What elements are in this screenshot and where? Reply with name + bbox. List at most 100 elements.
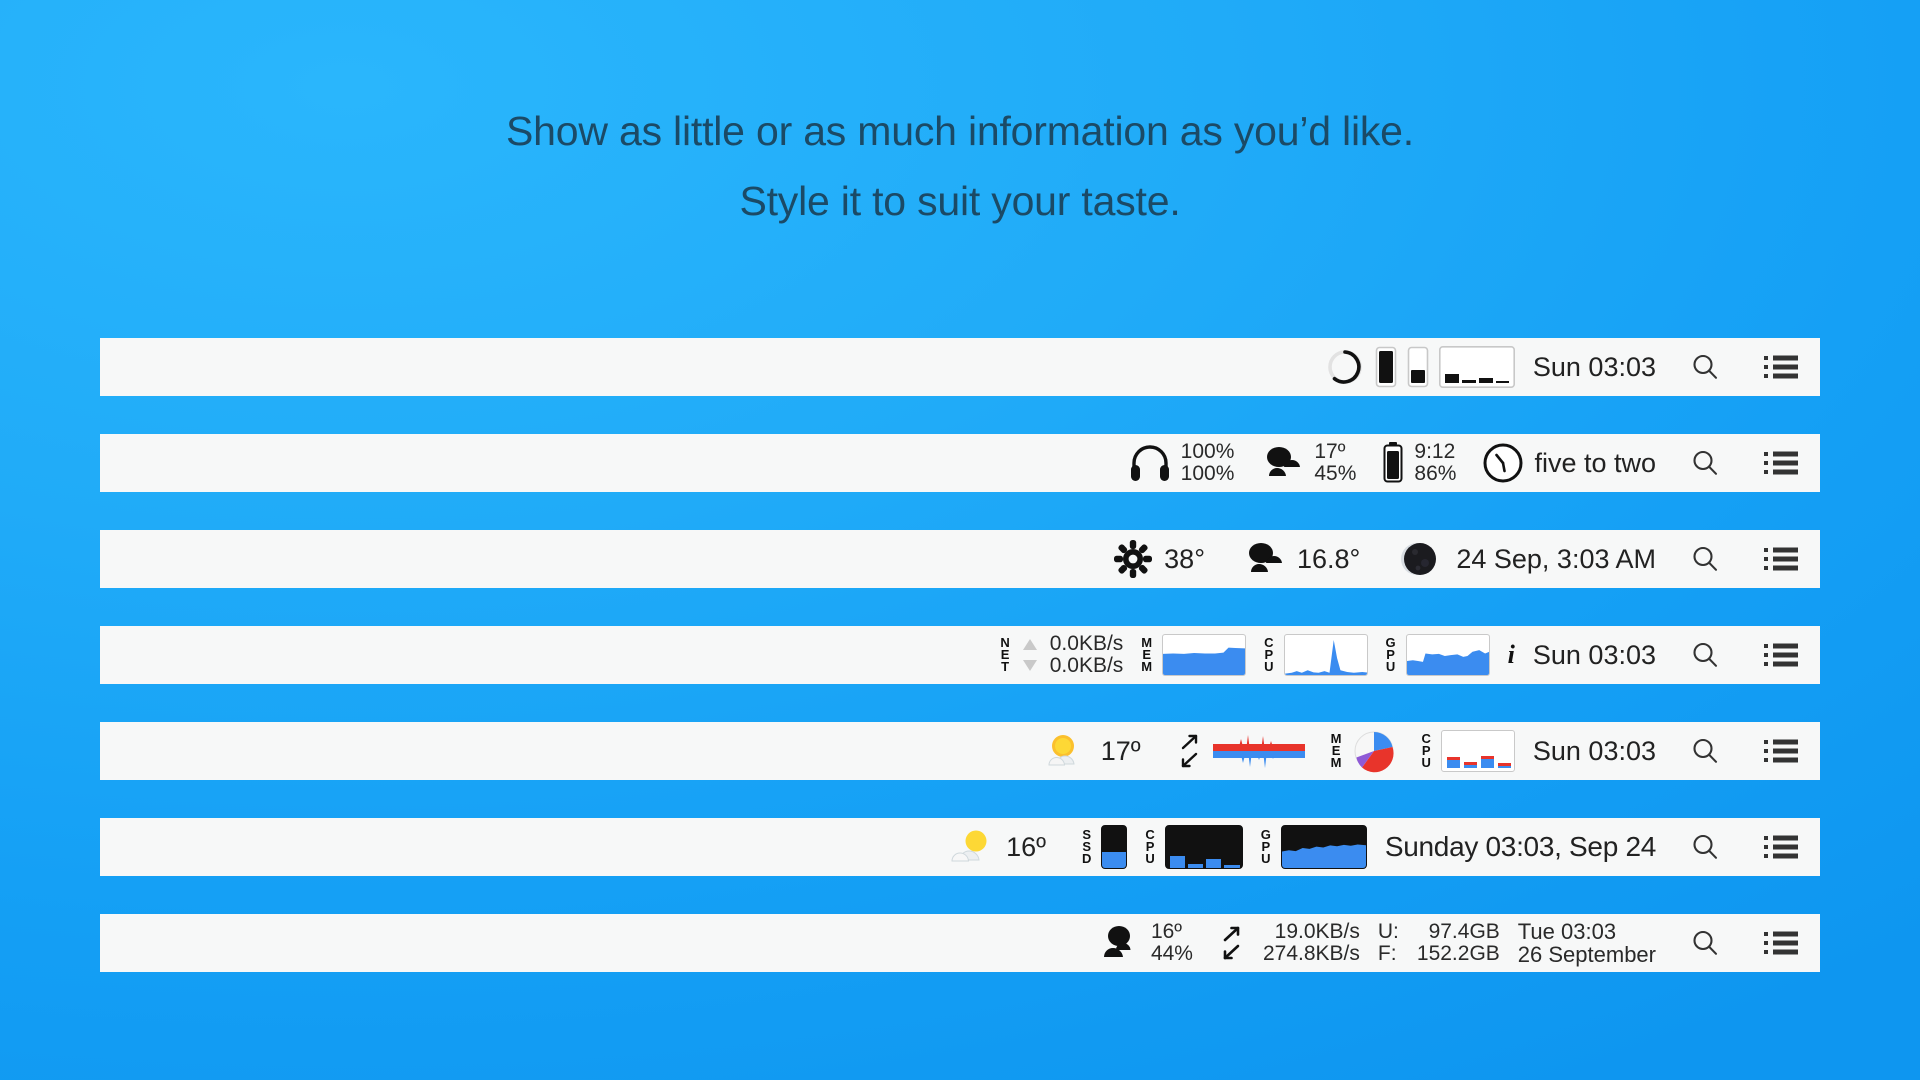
clock-text[interactable]: 24 Sep, 3:03 AM: [1456, 544, 1656, 575]
search-icon[interactable]: [1690, 832, 1720, 862]
gpu-graph-group[interactable]: G P U: [1261, 818, 1367, 876]
cpu-label: C P U: [1422, 732, 1431, 769]
clock-text[interactable]: Sunday 03:03, Sep 24: [1385, 831, 1656, 863]
fan-group[interactable]: 38°: [1112, 530, 1205, 588]
battery-ring-icon: [1328, 350, 1362, 384]
battery-vertical-icon-group[interactable]: [1375, 338, 1397, 396]
mem-label: M E M: [1141, 636, 1153, 675]
search-icon[interactable]: [1690, 736, 1720, 766]
cloudy-weather-icon: [1249, 543, 1282, 572]
ssd-label: S S D: [1082, 828, 1091, 865]
control-center-icon[interactable]: [1764, 546, 1798, 572]
network-stat-group[interactable]: N E T 0.0KB/s 0.0KB/s: [1000, 626, 1123, 684]
control-center-icon[interactable]: [1764, 834, 1798, 860]
network-download-speed: 0.0KB/s: [1049, 654, 1124, 677]
net-label: N E T: [1000, 636, 1009, 673]
clock-line-2: 26 September: [1517, 942, 1656, 967]
weather-temp: 17º: [1314, 439, 1346, 463]
weather-temperature: 16.8°: [1297, 543, 1361, 574]
menubar-row-2: 100% 100% 17º 45% 9:12 86% five to two: [100, 434, 1820, 492]
control-center-icon[interactable]: [1764, 450, 1798, 476]
moon-phase-group[interactable]: [1396, 530, 1438, 588]
headphones-left-value: 100%: [1180, 439, 1235, 463]
cpu-bar-graph-group[interactable]: [1438, 338, 1515, 396]
clock-text[interactable]: Sun 03:03: [1533, 736, 1656, 767]
fan-temperature: 38°: [1164, 543, 1205, 574]
weather-temperature: 16º: [1150, 919, 1182, 943]
control-center-icon[interactable]: [1764, 738, 1798, 764]
cpu-label-u: U: [1145, 851, 1155, 867]
gpu-label-u: U: [1261, 851, 1271, 867]
menubar-row-1: Sun 03:03: [100, 338, 1820, 396]
network-upload-speed: 0.0KB/s: [1049, 631, 1124, 655]
memory-pie-chart: [1354, 731, 1394, 773]
cloudy-weather-icon: [1267, 447, 1301, 476]
battery-values: 9:12 86%: [1414, 440, 1457, 486]
cpu-bar-graph: [1438, 346, 1515, 388]
mem-label-m2: M: [1141, 659, 1153, 675]
network-group[interactable]: 19.0KB/s 274.8KB/s: [1219, 914, 1360, 972]
fan-icon: [1114, 540, 1153, 578]
battery-vertical-icon: [1375, 346, 1397, 388]
weather-group[interactable]: 16.8°: [1241, 530, 1360, 588]
headline-line-2: Style it to suit your taste.: [739, 178, 1181, 224]
ssd-gauge-group[interactable]: S S D: [1082, 818, 1128, 876]
weather-values: 17º 45%: [1314, 439, 1357, 486]
cpu-label-u: U: [1264, 659, 1274, 675]
weather-humidity: 44%: [1150, 942, 1193, 965]
disk-usage-group[interactable]: U: F: 97.4GB 152.2GB: [1378, 914, 1500, 972]
weather-temperature: 16º: [1006, 831, 1046, 862]
gpu-graph-group[interactable]: G P U: [1386, 626, 1490, 684]
menubar-row-4: N E T 0.0KB/s 0.0KB/s M E M C P U G P U …: [100, 626, 1820, 684]
control-center-icon[interactable]: [1764, 930, 1798, 956]
search-icon[interactable]: [1690, 928, 1720, 958]
weather-stat-group[interactable]: 16º 44%: [1095, 914, 1193, 972]
search-icon[interactable]: [1690, 544, 1720, 574]
clock-line-1: Tue 03:03: [1517, 918, 1617, 944]
weather-humidity: 45%: [1314, 462, 1357, 485]
memory-pie-group[interactable]: M E M: [1331, 722, 1396, 780]
network-arrows-icon: [1181, 734, 1197, 768]
memory-graph-group[interactable]: M E M: [1141, 626, 1247, 684]
cpu-graph-group[interactable]: C P U: [1145, 818, 1243, 876]
clock-text[interactable]: Sun 03:03: [1533, 640, 1656, 671]
disk-usage-values: 97.4GB 152.2GB: [1416, 919, 1500, 966]
clock-text[interactable]: Sun 03:03: [1533, 352, 1656, 383]
menubar-row-3: 38° 16.8° 24 Sep, 3:03 AM: [100, 530, 1820, 588]
ssd-gauge: [1101, 825, 1128, 869]
cpu-bar-graph-group[interactable]: C P U: [1422, 722, 1515, 780]
ring-gauge-icon-group[interactable]: [1325, 338, 1365, 396]
network-download-speed: 274.8KB/s: [1262, 942, 1360, 965]
disk-free-value: 152.2GB: [1416, 942, 1500, 965]
weather-stat-group[interactable]: 17º 45%: [1260, 434, 1356, 492]
battery-stat-group[interactable]: 9:12 86%: [1382, 434, 1456, 492]
search-icon[interactable]: [1690, 448, 1720, 478]
weather-group[interactable]: 16º: [948, 818, 1046, 876]
cpu-graph-group[interactable]: C P U: [1264, 626, 1368, 684]
search-icon[interactable]: [1690, 352, 1720, 382]
search-icon[interactable]: [1690, 640, 1720, 670]
info-icon[interactable]: i: [1508, 640, 1515, 670]
battery-percent: 86%: [1414, 462, 1457, 485]
clock-text[interactable]: five to two: [1534, 448, 1656, 479]
weather-temperature: 17º: [1100, 735, 1141, 766]
headphones-stat-group[interactable]: 100% 100%: [1129, 434, 1235, 492]
clock-text[interactable]: Tue 03:03 26 September: [1517, 918, 1656, 967]
network-arrows-icon: [1223, 926, 1240, 960]
control-center-icon[interactable]: [1764, 354, 1798, 380]
storage-vertical-icon-group[interactable]: [1407, 338, 1429, 396]
analog-clock-group[interactable]: [1482, 434, 1524, 492]
network-speed-values: 19.0KB/s 274.8KB/s: [1262, 920, 1360, 966]
gpu-graph: [1280, 825, 1367, 869]
menubar-row-7: 16º 44% 19.0KB/s 274.8KB/s U: F: 97.4GB …: [100, 914, 1820, 972]
disk-free-key: F:: [1377, 942, 1397, 965]
weather-values: 16º 44%: [1150, 919, 1193, 966]
cpu-bar-graph: [1440, 730, 1515, 772]
disk-used-value: 97.4GB: [1428, 919, 1500, 943]
network-arrows-icon: [1022, 639, 1037, 671]
weather-group[interactable]: 17º: [1043, 722, 1141, 780]
network-waveform-group[interactable]: [1177, 722, 1305, 780]
control-center-icon[interactable]: [1764, 642, 1798, 668]
gpu-label-u: U: [1385, 659, 1396, 675]
partly-cloudy-color-icon: [1048, 735, 1075, 766]
